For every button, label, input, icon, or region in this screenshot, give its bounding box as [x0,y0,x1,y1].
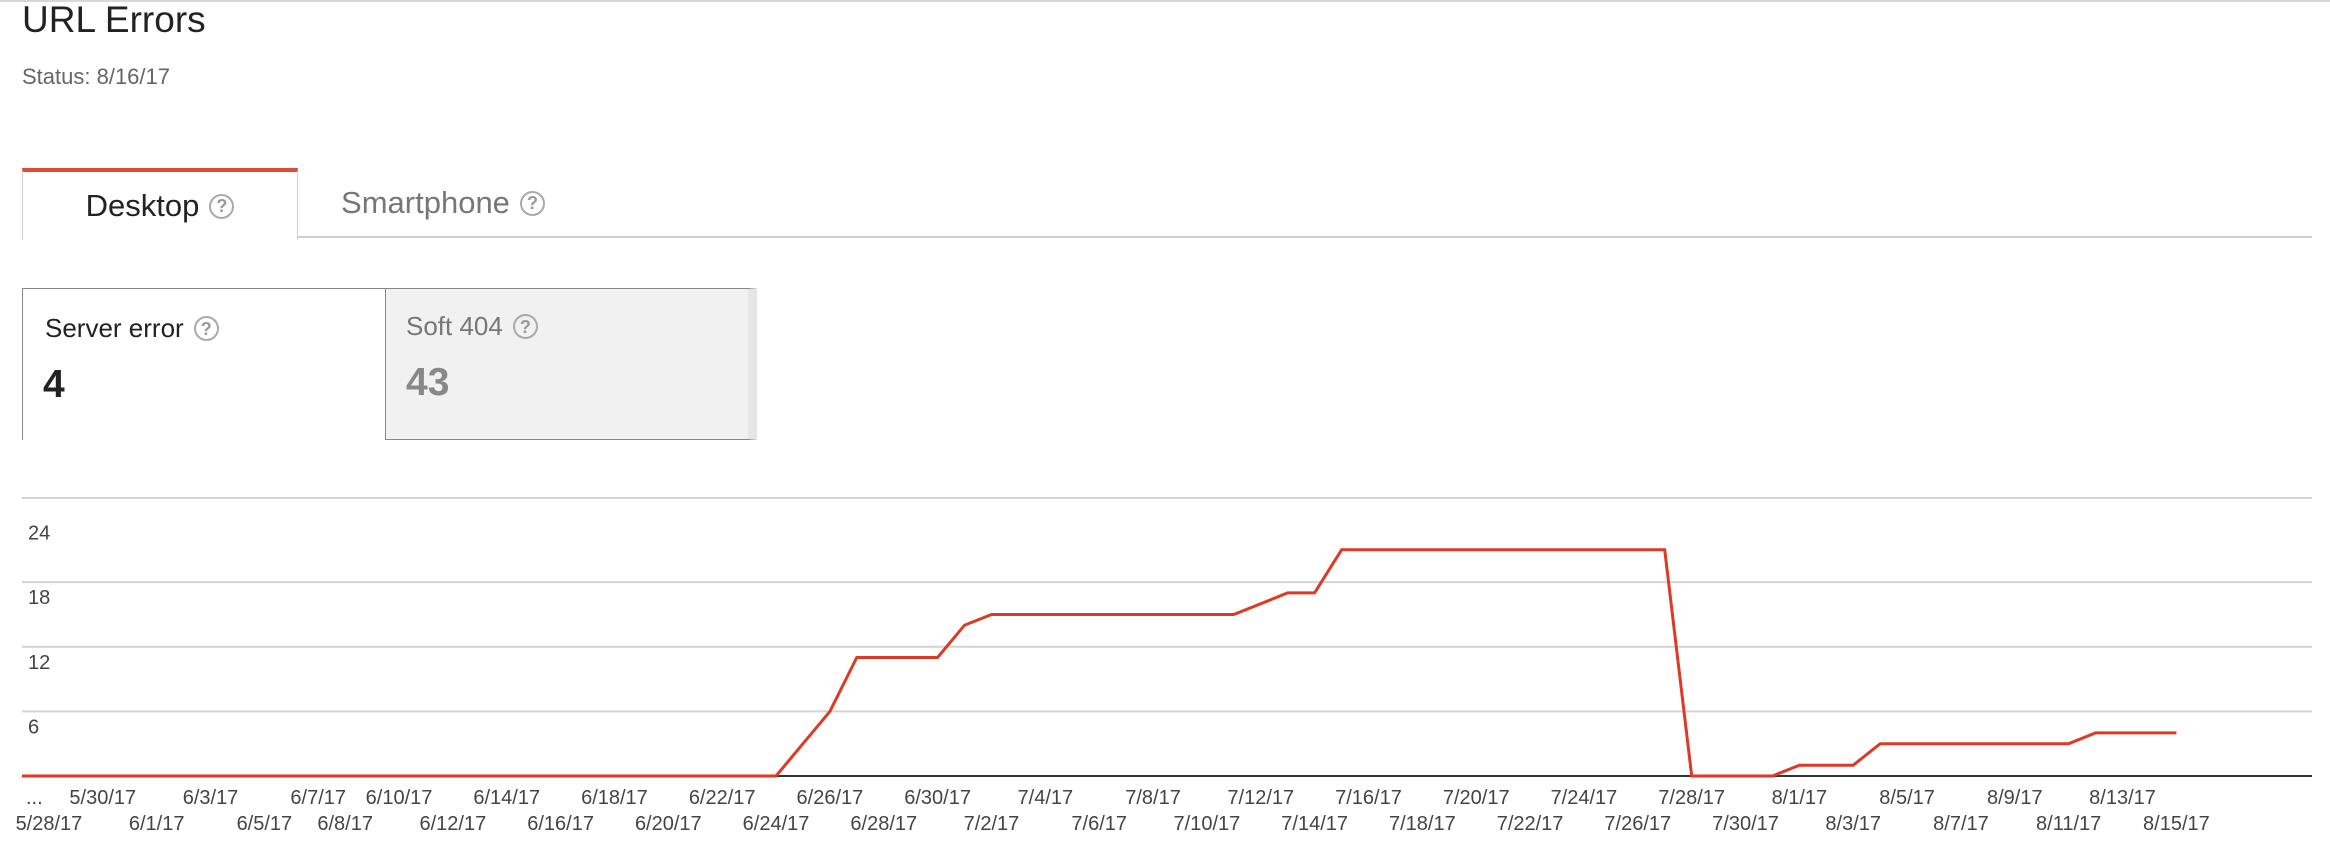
x-tick-label: 8/3/17 [1825,813,1881,835]
x-tick-label: 8/7/17 [1933,813,1989,835]
metric-label: Server error ? [45,313,219,344]
tab-desktop[interactable]: Desktop ? [22,168,298,240]
x-tick-label: 5/28/17 [16,813,83,835]
soft-404-label: Soft 404 [406,311,503,341]
x-tick-label: 8/11/17 [2036,813,2101,835]
x-tick-label: 7/8/17 [1125,787,1181,809]
x-tick-label: 6/3/17 [183,787,239,809]
x-tick-label: 7/12/17 [1227,787,1294,809]
x-tick-label: 6/12/17 [420,813,487,835]
help-icon[interactable]: ? [519,190,545,216]
help-icon[interactable]: ? [193,316,219,341]
x-tick-label: 6/16/17 [527,813,594,835]
x-tick-label: 8/15/17 [2143,813,2210,835]
x-tick-label: 6/22/17 [689,787,756,809]
x-tick-label: 7/4/17 [1018,787,1074,809]
server-error-label: Server error [45,313,184,343]
x-tick-label: 6/14/17 [473,787,540,809]
status-date: Status: 8/16/17 [22,64,170,89]
help-icon[interactable]: ? [512,314,538,339]
x-tick-label: 7/30/17 [1712,813,1779,835]
x-tick-label: 7/22/17 [1497,813,1564,835]
x-tick-label: 6/28/17 [850,813,917,835]
help-icon[interactable]: ? [209,193,235,219]
soft-404-count: 43 [406,361,450,404]
metric-card-soft-404[interactable]: Soft 404 ? 43 [385,288,757,440]
x-tick-label: 7/28/17 [1658,787,1725,809]
errors-line-chart: 6 12 18 24... 5/28/17 5/30/17 6/1/17 6/3/17 6/5/… [16,497,2312,835]
page-title: URL Errors [22,0,206,40]
metric-label: Soft 404 ? [406,311,538,342]
y-tick-label: 24 [28,523,50,545]
x-tick-label: 7/16/17 [1335,787,1402,809]
x-tick-label: 6/24/17 [743,813,810,835]
x-tick-label: 7/10/17 [1174,813,1241,835]
series-line-server-error [22,548,2177,778]
y-tick-label: 6 [28,716,39,738]
x-tick-label: 6/26/17 [797,787,864,809]
tab-smartphone-label: Smartphone [341,185,510,220]
metric-card-server-error[interactable]: Server error ? 4 [22,288,386,440]
tab-desktop-label: Desktop [85,188,200,223]
errors-chart: 6 12 18 24... 5/28/17 5/30/17 6/1/17 6/3/17 6/5/… [0,490,2330,856]
x-tick-label: 7/14/17 [1281,813,1348,835]
x-tick-label: 8/5/17 [1879,787,1935,809]
x-tick-label: 5/30/17 [69,787,136,809]
top-divider [0,0,2330,2]
x-tick-label: 8/13/17 [2089,787,2156,809]
x-tick-label: 7/24/17 [1551,787,1618,809]
x-leading-ellipsis: ... [26,787,43,809]
x-tick-label: 6/10/17 [366,787,433,809]
device-tabs: Desktop ? Smartphone ? [22,168,2312,240]
x-tick-label: 6/8/17 [317,813,373,835]
x-tick-label: 7/26/17 [1604,813,1671,835]
y-tick-label: 12 [28,652,50,674]
x-tick-label: 6/18/17 [581,787,648,809]
x-tick-label: 7/6/17 [1071,813,1127,835]
x-tick-label: 6/1/17 [129,813,185,835]
server-error-count: 4 [43,363,65,406]
x-tick-label: 6/20/17 [635,813,702,835]
x-tick-label: 6/7/17 [290,787,346,809]
y-tick-label: 18 [28,587,50,609]
x-tick-label: 6/30/17 [904,787,971,809]
tab-smartphone[interactable]: Smartphone ? [298,168,588,238]
x-tick-label: 8/9/17 [1987,787,2043,809]
x-tick-label: 7/20/17 [1443,787,1510,809]
x-tick-label: 7/18/17 [1389,813,1456,835]
x-tick-label: 8/1/17 [1772,787,1828,809]
x-tick-label: 7/2/17 [964,813,1020,835]
x-tick-label: 6/5/17 [237,813,293,835]
